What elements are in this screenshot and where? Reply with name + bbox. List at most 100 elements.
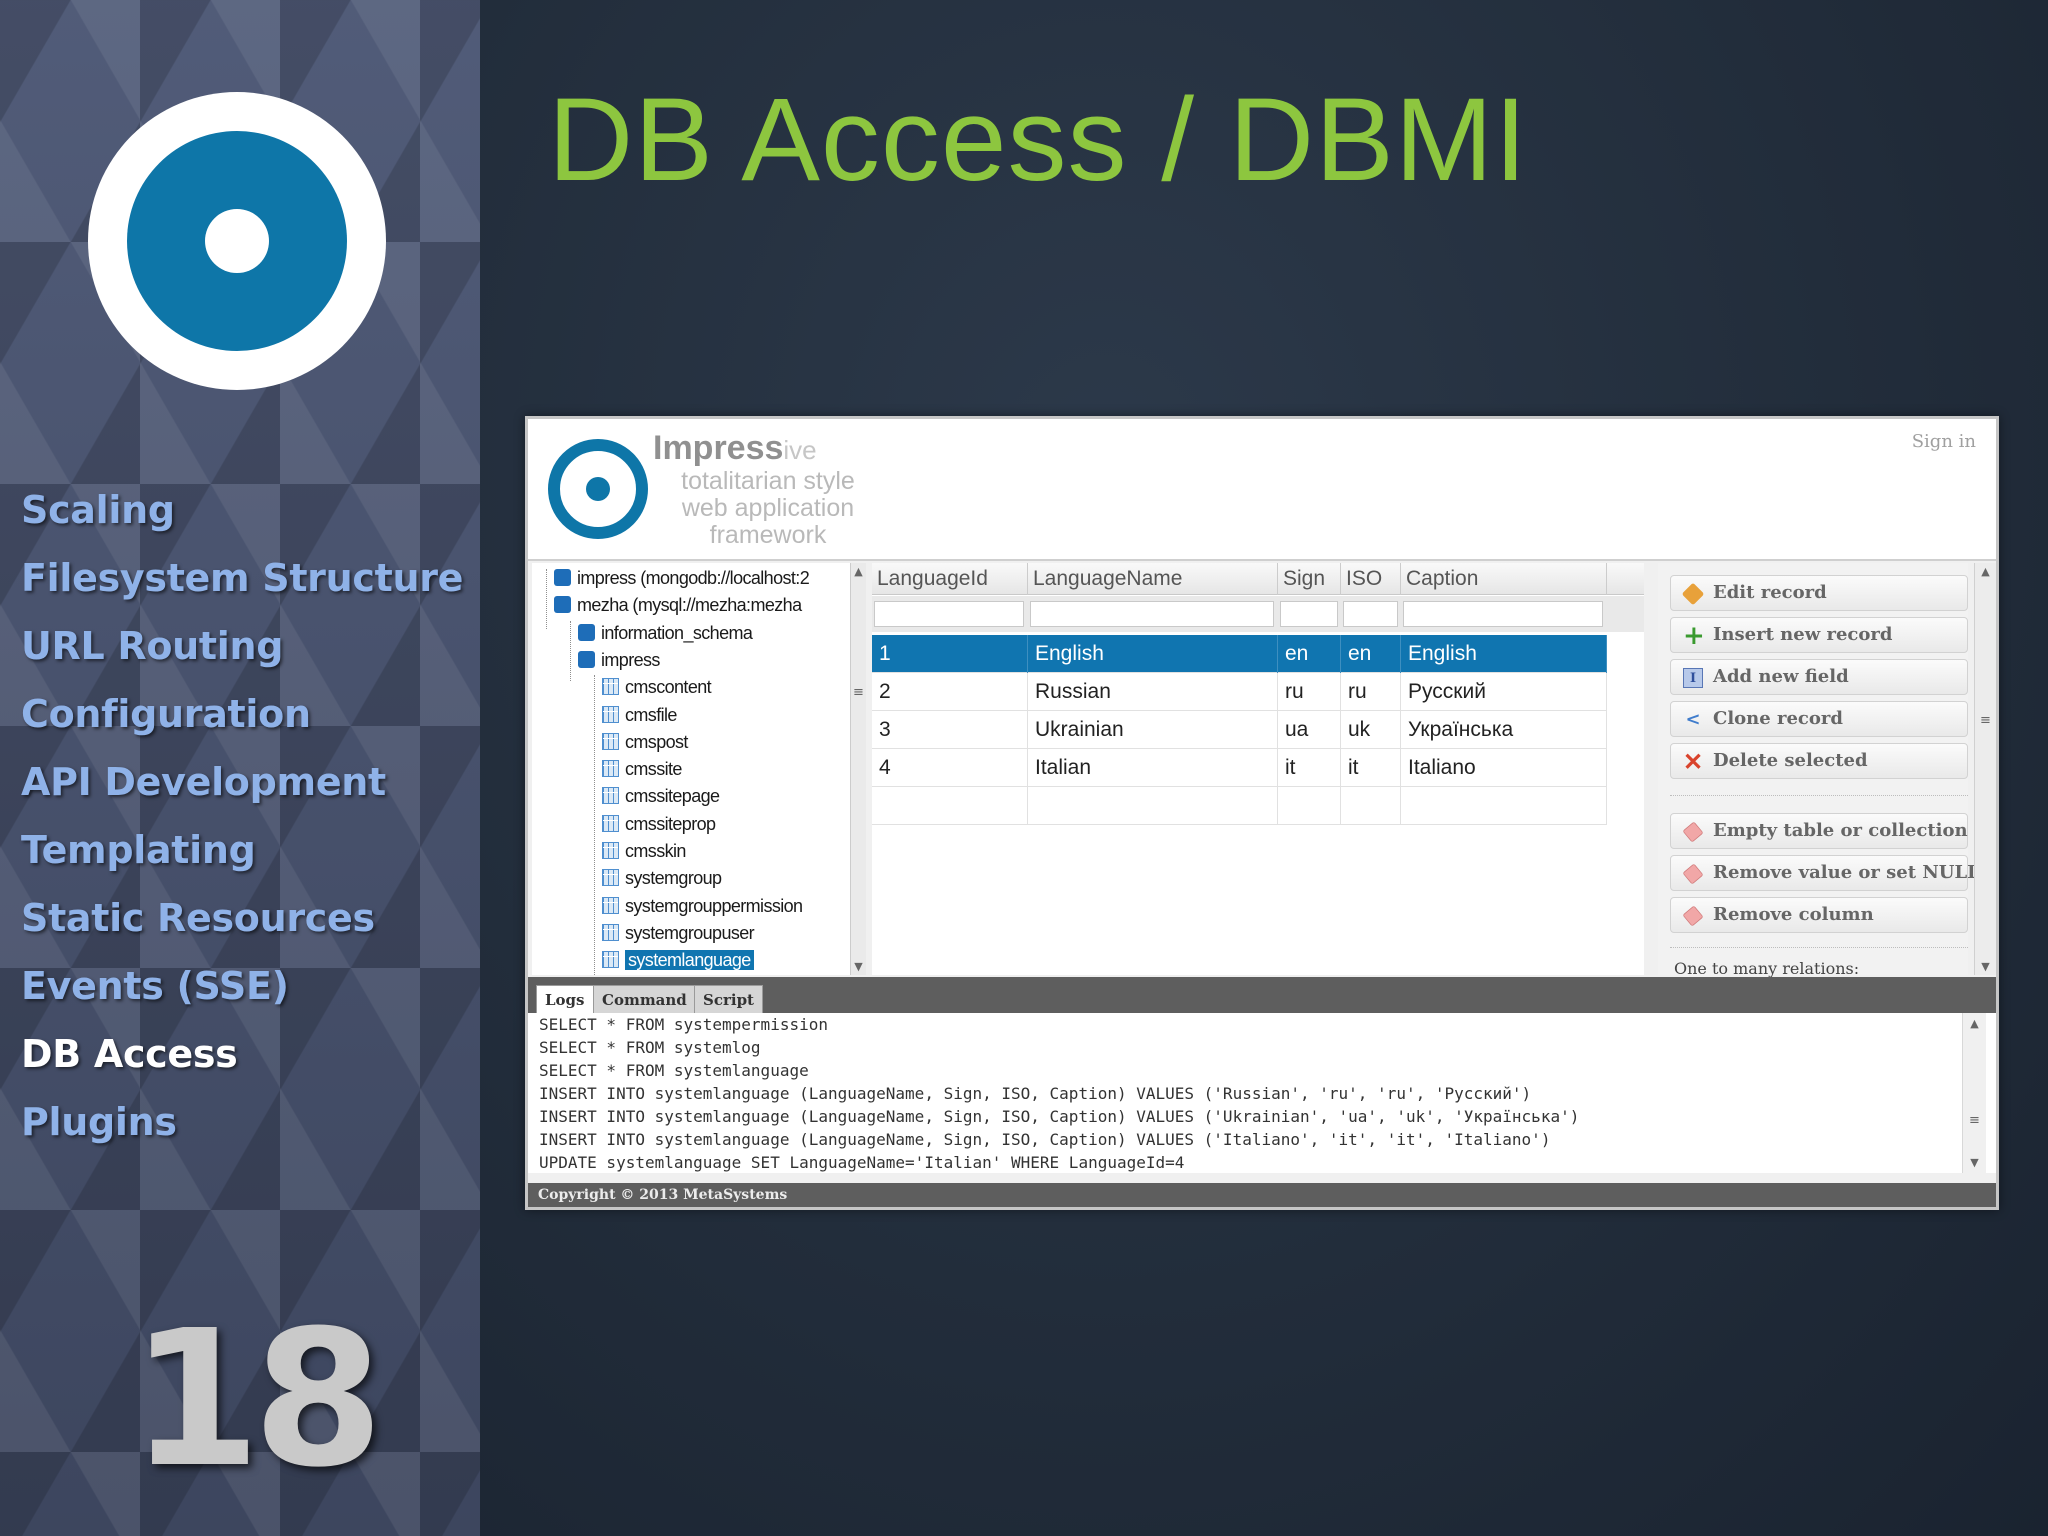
database-icon xyxy=(554,569,571,586)
tree-item-table[interactable]: cmsfile xyxy=(602,702,677,729)
table-row[interactable]: 3 Ukrainian ua uk Українська xyxy=(872,711,1607,749)
nav-item-api-development[interactable]: API Development xyxy=(21,748,463,816)
nav-item-url-routing[interactable]: URL Routing xyxy=(21,612,463,680)
scroll-down-arrow-icon[interactable]: ▼ xyxy=(1975,960,1996,973)
dbmi-window: Impressive totalitarian style web applic… xyxy=(525,416,1999,1210)
remove-value-button[interactable]: Remove value or set NULL xyxy=(1670,855,1980,891)
tree-item-database[interactable]: impress xyxy=(578,647,660,674)
nav-item-templating[interactable]: Templating xyxy=(21,816,463,884)
table-cell[interactable] xyxy=(1278,787,1341,825)
table-cell[interactable]: 1 xyxy=(872,635,1028,673)
tree-item-table[interactable]: cmspost xyxy=(602,729,688,756)
table-cell[interactable]: it xyxy=(1278,749,1341,787)
table-cell[interactable]: ua xyxy=(1278,711,1341,749)
table-cell[interactable]: Ukrainian xyxy=(1028,711,1278,749)
table-row[interactable] xyxy=(872,787,1607,825)
table-icon xyxy=(602,869,619,887)
table-row[interactable]: 4 Italian it it Italiano xyxy=(872,749,1607,787)
tab-logs[interactable]: Logs xyxy=(536,985,594,1013)
scroll-down-arrow-icon[interactable]: ▼ xyxy=(1963,1156,1986,1169)
nav-item-db-access[interactable]: DB Access xyxy=(21,1020,463,1088)
scroll-grip-icon[interactable]: ≡ xyxy=(1975,713,1996,728)
table-cell[interactable]: Русский xyxy=(1401,673,1607,711)
tree-item-table[interactable]: systemgrouppermission xyxy=(602,893,803,920)
table-cell[interactable]: 4 xyxy=(872,749,1028,787)
column-header-caption[interactable]: Caption xyxy=(1401,563,1607,595)
table-cell[interactable]: en xyxy=(1278,635,1341,673)
nav-item-scaling[interactable]: Scaling xyxy=(21,476,463,544)
database-icon xyxy=(554,596,571,614)
tree-item-table[interactable]: systemlanguage xyxy=(602,947,754,974)
table-cell[interactable]: Italian xyxy=(1028,749,1278,787)
tree-item-database[interactable]: impress (mongodb://localhost:2 xyxy=(554,565,810,592)
filter-input-iso[interactable] xyxy=(1343,601,1398,627)
tree-item-table[interactable]: cmssiteprop xyxy=(602,811,716,838)
tab-script[interactable]: Script xyxy=(694,985,763,1013)
table-cell[interactable] xyxy=(872,787,1028,825)
table-cell[interactable]: 2 xyxy=(872,673,1028,711)
console-scrollbar[interactable]: ▲ ≡ ▼ xyxy=(1962,1013,1986,1173)
nav-item-events-sse[interactable]: Events (SSE) xyxy=(21,952,463,1020)
tree-item-database[interactable]: mezha (mysql://mezha:mezha xyxy=(554,592,802,619)
nav-item-filesystem-structure[interactable]: Filesystem Structure xyxy=(21,544,463,612)
filter-input-languageid[interactable] xyxy=(874,601,1024,627)
table-cell[interactable]: Russian xyxy=(1028,673,1278,711)
tab-command[interactable]: Command xyxy=(593,985,696,1013)
table-cell[interactable]: English xyxy=(1401,635,1607,673)
add-new-field-button[interactable]: I Add new field xyxy=(1670,659,1968,695)
scroll-up-arrow-icon[interactable]: ▲ xyxy=(1975,565,1996,578)
sign-in-link[interactable]: Sign in xyxy=(1912,431,1976,452)
table-icon xyxy=(602,787,619,805)
tree-item-label: impress (mongodb://localhost:2 xyxy=(577,568,810,588)
table-cell[interactable]: English xyxy=(1028,635,1278,673)
remove-column-button[interactable]: Remove column xyxy=(1670,897,1968,933)
edit-record-button[interactable]: Edit record xyxy=(1670,575,1968,611)
actions-scrollbar[interactable]: ▲ ≡ ▼ xyxy=(1974,563,1996,975)
table-cell[interactable]: 3 xyxy=(872,711,1028,749)
table-cell[interactable] xyxy=(1341,787,1401,825)
nav-item-static-resources[interactable]: Static Resources xyxy=(21,884,463,952)
column-header-iso[interactable]: ISO xyxy=(1341,563,1401,595)
tree-scrollbar[interactable]: ▲ ≡ ▼ xyxy=(850,563,866,975)
grid-filter-row xyxy=(872,596,1644,632)
delete-x-icon: ✕ xyxy=(1683,747,1704,776)
scroll-up-arrow-icon[interactable]: ▲ xyxy=(1963,1017,1986,1030)
tree-item-label: cmssiteprop xyxy=(625,813,716,834)
column-header-languageid[interactable]: LanguageId xyxy=(872,563,1028,595)
log-console[interactable]: SELECT * FROM systempermission SELECT * … xyxy=(528,1013,1996,1173)
empty-table-button[interactable]: Empty table or collection xyxy=(1670,813,1968,849)
table-cell[interactable] xyxy=(1401,787,1607,825)
table-cell[interactable]: uk xyxy=(1341,711,1401,749)
table-cell[interactable]: en xyxy=(1341,635,1401,673)
table-cell[interactable]: Italiano xyxy=(1401,749,1607,787)
tree-item-table[interactable]: cmssite xyxy=(602,756,682,783)
tree-item-table[interactable]: cmsskin xyxy=(602,838,686,865)
filter-input-caption[interactable] xyxy=(1403,601,1603,627)
scroll-down-arrow-icon[interactable]: ▼ xyxy=(851,960,866,973)
table-icon xyxy=(602,732,619,750)
tree-item-table[interactable]: cmscontent xyxy=(602,674,712,701)
nav-item-configuration[interactable]: Configuration xyxy=(21,680,463,748)
tree-item-table[interactable]: systemgroup xyxy=(602,865,722,892)
tree-item-database[interactable]: information_schema xyxy=(578,620,753,647)
table-cell[interactable]: ru xyxy=(1278,673,1341,711)
table-cell[interactable] xyxy=(1028,787,1278,825)
tree-item-table[interactable]: cmssitepage xyxy=(602,783,720,810)
column-header-sign[interactable]: Sign xyxy=(1278,563,1341,595)
nav-item-plugins[interactable]: Plugins xyxy=(21,1088,463,1156)
table-cell[interactable]: ru xyxy=(1341,673,1401,711)
table-cell[interactable]: it xyxy=(1341,749,1401,787)
clone-record-button[interactable]: < Clone record xyxy=(1670,701,1968,737)
delete-selected-button[interactable]: ✕ Delete selected xyxy=(1670,743,1968,779)
table-row[interactable]: 2 Russian ru ru Русский xyxy=(872,673,1607,711)
scroll-grip-icon[interactable]: ≡ xyxy=(851,685,866,700)
column-header-languagename[interactable]: LanguageName xyxy=(1028,563,1278,595)
table-row[interactable]: 1 English en en English xyxy=(872,635,1607,673)
insert-new-record-button[interactable]: + Insert new record xyxy=(1670,617,1968,653)
tree-item-table[interactable]: systemgroupuser xyxy=(602,920,755,947)
scroll-up-arrow-icon[interactable]: ▲ xyxy=(851,565,866,578)
scroll-grip-icon[interactable]: ≡ xyxy=(1963,1113,1986,1128)
filter-input-languagename[interactable] xyxy=(1030,601,1274,627)
filter-input-sign[interactable] xyxy=(1280,601,1338,627)
table-cell[interactable]: Українська xyxy=(1401,711,1607,749)
